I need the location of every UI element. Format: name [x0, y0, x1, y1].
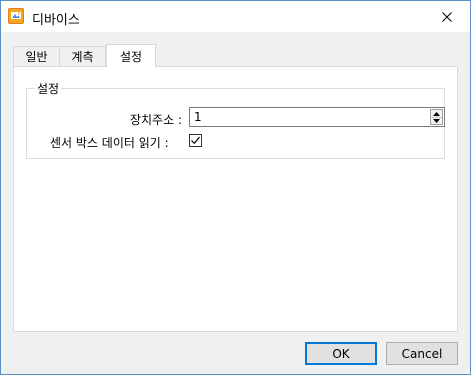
tab-settings[interactable]: 설정 — [106, 44, 156, 67]
tab-label: 계측 — [71, 50, 94, 64]
device-address-spinbox[interactable]: 1 — [189, 107, 445, 127]
dialog-window: 디바이스 일반 계측 설정 설정 장치주소 : 1 센서 박스 데이터 읽기:… — [0, 0, 471, 375]
close-icon — [442, 11, 452, 22]
settings-panel: 설정 장치주소 : 1 센서 박스 데이터 읽기: — [13, 66, 458, 332]
device-app-icon — [8, 8, 24, 24]
ok-button[interactable]: OK — [305, 342, 377, 365]
spin-up-arrow-icon — [433, 111, 440, 116]
group-title: 설정 — [35, 80, 62, 97]
device-address-value[interactable]: 1 — [194, 110, 202, 124]
title-bar[interactable]: 디바이스 — [1, 1, 470, 32]
tab-label: 일반 — [25, 50, 48, 64]
tab-label: 설정 — [119, 49, 143, 64]
spin-down-arrow-icon — [433, 118, 440, 123]
read-sensor-label: 센서 박스 데이터 읽기 : — [50, 136, 169, 150]
close-button[interactable] — [424, 1, 470, 32]
window-title: 디바이스 — [32, 13, 80, 28]
tab-general[interactable]: 일반 — [13, 46, 60, 66]
cancel-button[interactable]: Cancel — [386, 342, 458, 365]
spin-down-button[interactable] — [431, 117, 442, 124]
device-address-label: 장치주소 : — [129, 113, 182, 127]
settings-group: 설정 장치주소 : 1 센서 박스 데이터 읽기: — [26, 80, 445, 159]
read-sensor-checkbox[interactable] — [189, 134, 202, 147]
tab-measurement[interactable]: 계측 — [59, 46, 106, 66]
spin-buttons — [430, 109, 443, 125]
checkmark-icon — [191, 136, 200, 145]
